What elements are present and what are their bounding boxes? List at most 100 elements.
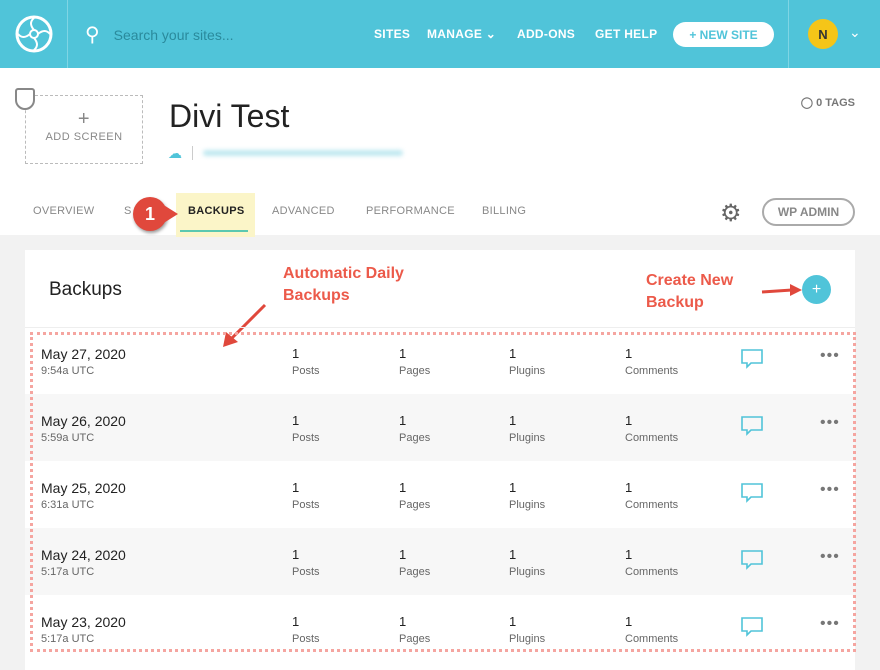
stat-label: Comments bbox=[625, 432, 679, 444]
search-icon: ⚲ bbox=[85, 24, 100, 46]
backup-date: May 24, 2020 bbox=[41, 547, 126, 563]
stat-plugins: 1 Plugins bbox=[509, 346, 545, 377]
add-screen-button[interactable]: + ADD SCREEN bbox=[25, 95, 143, 164]
backup-time: 5:17a UTC bbox=[41, 566, 95, 578]
stat-pages: 1 Pages bbox=[399, 547, 430, 578]
stat-value: 1 bbox=[292, 614, 300, 629]
backup-time: 5:17a UTC bbox=[41, 633, 95, 645]
tags-button[interactable]: ◯ 0 TAGS bbox=[801, 96, 855, 109]
search-input[interactable]: Search your sites... bbox=[114, 27, 234, 43]
shield-lock-icon bbox=[15, 88, 35, 110]
stat-plugins: 1 Plugins bbox=[509, 480, 545, 511]
stat-posts: 1 Posts bbox=[292, 547, 320, 578]
stat-label: Plugins bbox=[509, 566, 546, 578]
chevron-down-icon: ⌄ bbox=[485, 27, 497, 41]
comment-icon[interactable] bbox=[741, 550, 763, 570]
nav-get-help[interactable]: GET HELP bbox=[595, 27, 657, 41]
annotation-create: Create New Backup bbox=[646, 272, 734, 311]
comment-icon[interactable] bbox=[741, 416, 763, 436]
stat-label: Posts bbox=[292, 499, 320, 511]
backups-title: Backups bbox=[49, 279, 122, 300]
backup-time: 5:59a UTC bbox=[41, 432, 95, 444]
annotation-automatic: Automatic Daily Backups bbox=[283, 265, 404, 304]
stat-value: 1 bbox=[292, 413, 300, 428]
backup-date: May 25, 2020 bbox=[41, 480, 126, 496]
stat-label: Pages bbox=[399, 432, 431, 444]
backup-row[interactable]: May 25, 2020 6:31a UTC 1 Posts 1 Pages 1 Plugin… bbox=[25, 461, 855, 528]
gear-icon[interactable]: ⚙ bbox=[720, 199, 742, 228]
stat-value: 1 bbox=[292, 346, 300, 361]
tab-billing[interactable]: BILLING bbox=[482, 205, 526, 217]
stat-value: 1 bbox=[509, 614, 517, 629]
stat-value: 1 bbox=[399, 413, 407, 428]
more-options-icon[interactable]: ••• bbox=[820, 414, 840, 432]
step-arrow bbox=[162, 204, 178, 224]
comment-icon[interactable] bbox=[741, 483, 763, 503]
stat-value: 1 bbox=[625, 413, 633, 428]
tab-performance[interactable]: PERFORMANCE bbox=[366, 205, 455, 217]
nav-manage-label: MANAGE bbox=[427, 27, 483, 41]
stat-label: Comments bbox=[625, 633, 679, 645]
divider bbox=[788, 0, 789, 68]
stat-value: 1 bbox=[399, 614, 407, 629]
backup-time: 9:54a UTC bbox=[41, 365, 95, 377]
tab-s[interactable]: S bbox=[124, 205, 132, 217]
stat-pages: 1 Pages bbox=[399, 413, 430, 444]
stat-label: Plugins bbox=[509, 432, 546, 444]
stat-value: 1 bbox=[509, 547, 517, 562]
stat-label: Plugins bbox=[509, 499, 546, 511]
stat-value: 1 bbox=[399, 480, 407, 495]
stat-posts: 1 Posts bbox=[292, 346, 320, 377]
stat-value: 1 bbox=[625, 614, 633, 629]
wp-admin-button[interactable]: WP ADMIN bbox=[762, 198, 855, 226]
stat-label: Posts bbox=[292, 432, 320, 444]
tab-overview[interactable]: OVERVIEW bbox=[33, 205, 95, 217]
more-options-icon[interactable]: ••• bbox=[820, 481, 840, 499]
stat-pages: 1 Pages bbox=[399, 480, 430, 511]
backup-row[interactable]: May 24, 2020 5:17a UTC 1 Posts 1 Pages 1 Plugin… bbox=[25, 528, 855, 595]
tab-advanced[interactable]: ADVANCED bbox=[272, 205, 335, 217]
nav-manage[interactable]: MANAGE ⌄ bbox=[427, 27, 496, 41]
new-site-button[interactable]: + NEW SITE bbox=[673, 22, 774, 47]
nav-add-ons[interactable]: ADD-ONS bbox=[517, 27, 575, 41]
stat-value: 1 bbox=[625, 547, 633, 562]
stat-comments: 1 Comments bbox=[625, 547, 678, 578]
backup-date: May 26, 2020 bbox=[41, 413, 126, 429]
backup-time: 6:31a UTC bbox=[41, 499, 95, 511]
nav-sites[interactable]: SITES bbox=[374, 27, 410, 41]
stat-label: Comments bbox=[625, 499, 679, 511]
page-title: Divi Test bbox=[169, 98, 290, 134]
stat-label: Pages bbox=[399, 499, 431, 511]
site-url-link-blurred[interactable] bbox=[203, 150, 403, 156]
stat-pages: 1 Pages bbox=[399, 346, 430, 377]
site-search[interactable]: ⚲ Search your sites... bbox=[85, 22, 233, 47]
stat-plugins: 1 Plugins bbox=[509, 413, 545, 444]
tag-icon: ◯ bbox=[800, 97, 814, 109]
chevron-down-icon[interactable]: ⌄ bbox=[849, 24, 861, 41]
backup-row[interactable]: May 27, 2020 9:54a UTC 1 Posts 1 Pages 1 Plugin… bbox=[25, 327, 855, 394]
stat-label: Comments bbox=[625, 566, 679, 578]
stat-posts: 1 Posts bbox=[292, 614, 320, 645]
stat-value: 1 bbox=[509, 413, 517, 428]
backup-row[interactable]: May 26, 2020 5:59a UTC 1 Posts 1 Pages 1 Plugin… bbox=[25, 394, 855, 461]
stat-value: 1 bbox=[625, 346, 633, 361]
plus-icon: + bbox=[77, 108, 91, 130]
stat-label: Posts bbox=[292, 633, 320, 645]
create-backup-button[interactable]: + bbox=[802, 275, 831, 304]
stat-label: Plugins bbox=[509, 633, 546, 645]
divider bbox=[192, 146, 193, 160]
stat-label: Pages bbox=[399, 633, 431, 645]
flywheel-logo-icon[interactable] bbox=[0, 0, 68, 68]
backup-row[interactable]: May 23, 2020 5:17a UTC 1 Posts 1 Pages 1 Plugin… bbox=[25, 595, 855, 662]
arrow-annotation bbox=[761, 284, 802, 296]
stat-label: Plugins bbox=[509, 365, 546, 377]
stat-comments: 1 Comments bbox=[625, 346, 678, 377]
avatar[interactable]: N bbox=[808, 19, 838, 49]
tab-backups[interactable]: BACKUPS bbox=[188, 205, 245, 217]
more-options-icon[interactable]: ••• bbox=[820, 615, 840, 633]
more-options-icon[interactable]: ••• bbox=[820, 548, 840, 566]
comment-icon[interactable] bbox=[741, 617, 763, 637]
stat-comments: 1 Comments bbox=[625, 413, 678, 444]
more-options-icon[interactable]: ••• bbox=[820, 347, 840, 365]
comment-icon[interactable] bbox=[741, 349, 763, 369]
